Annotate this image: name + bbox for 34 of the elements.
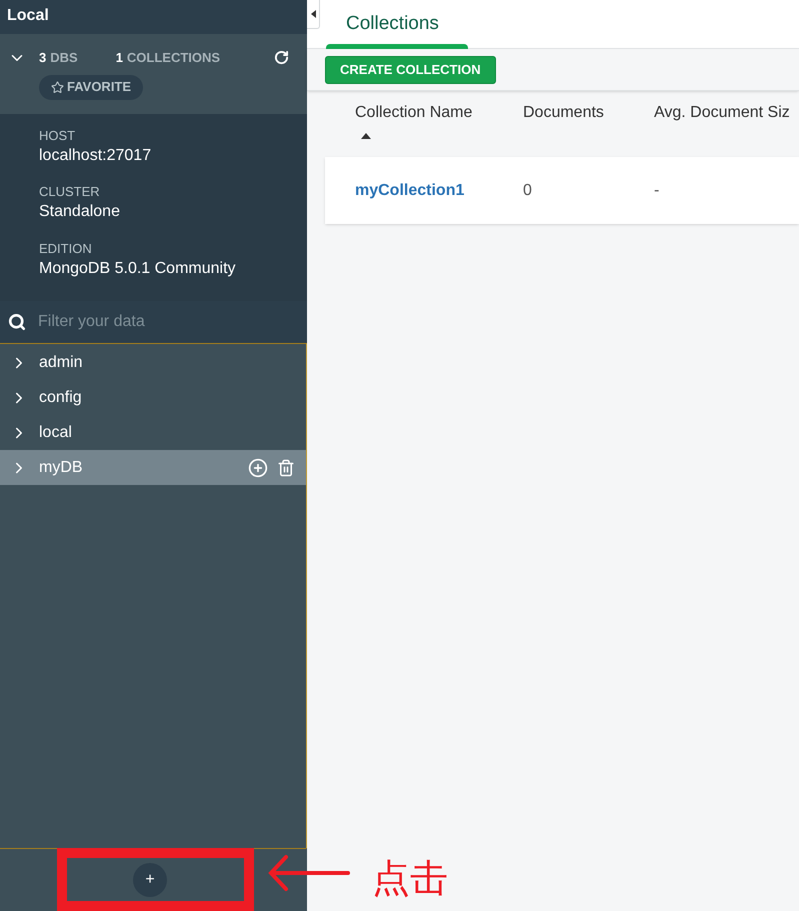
collection-link[interactable]: myCollection1: [355, 182, 464, 198]
info-value: Standalone: [39, 203, 121, 222]
star-icon: [51, 80, 64, 94]
column-header[interactable]: Collection Name: [355, 101, 523, 125]
database-item[interactable]: config: [0, 380, 306, 415]
trash-icon[interactable]: [277, 458, 295, 476]
info-value: MongoDB 5.0.1 Community: [39, 260, 237, 278]
info-label: CLUSTER: [39, 185, 101, 200]
annotation-text: 点击: [372, 855, 448, 902]
collections-label: COLLECTIONS: [126, 49, 220, 67]
column-header[interactable]: Documents: [523, 101, 654, 125]
sort-ascending-icon: [361, 133, 371, 139]
filter-bar[interactable]: Filter your data: [0, 301, 307, 343]
add-database-button[interactable]: +: [133, 863, 167, 897]
connection-title: Local: [0, 0, 307, 34]
collapse-sidebar-button[interactable]: [307, 0, 320, 29]
search-icon: [8, 313, 26, 331]
database-item[interactable]: myDB: [0, 450, 306, 485]
add-collection-icon[interactable]: [248, 458, 268, 478]
table-cell: -: [654, 182, 660, 198]
info-value: localhost:27017: [39, 146, 152, 166]
column-header[interactable]: Avg. Document Siz: [654, 101, 790, 125]
table-cell: 0: [523, 182, 532, 198]
database-item[interactable]: local: [0, 415, 306, 450]
database-item[interactable]: admin: [0, 345, 306, 380]
dbs-label: DBS: [50, 49, 78, 67]
dbs-count: 3: [39, 49, 46, 67]
filter-field[interactable]: Filter your data: [38, 310, 268, 334]
favorite-button[interactable]: FAVORITE: [39, 74, 144, 100]
left-triangle-icon: [310, 10, 316, 18]
info-label: EDITION: [39, 242, 93, 257]
collections-count: 1: [116, 49, 123, 67]
info-label: HOST: [39, 129, 76, 144]
refresh-icon[interactable]: [274, 50, 289, 66]
